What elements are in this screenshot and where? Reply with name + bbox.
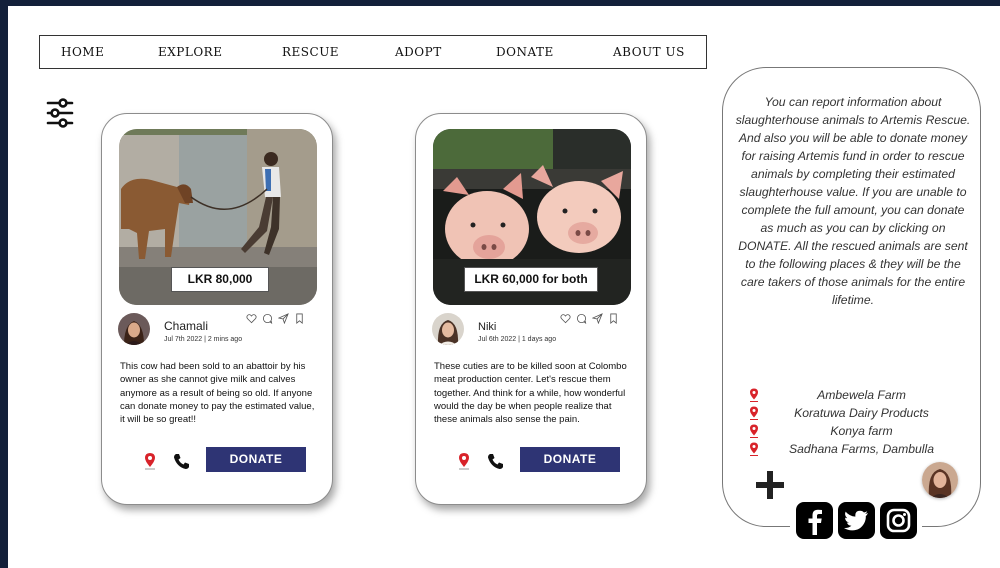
filter-sliders-icon[interactable]	[46, 98, 74, 128]
donate-button[interactable]: DONATE	[520, 447, 620, 472]
post-actions	[560, 313, 619, 324]
location-pin-icon[interactable]	[143, 452, 157, 470]
donate-button[interactable]: DONATE	[206, 447, 306, 472]
bookmark-icon[interactable]	[608, 313, 619, 324]
location-pin-icon	[750, 406, 758, 420]
place-name: Konya farm	[830, 424, 893, 438]
bookmark-icon[interactable]	[294, 313, 305, 324]
top-nav: HOME EXPLORE RESCUE ADOPT DONATE ABOUT U…	[39, 35, 707, 69]
post-date: Jul 7th 2022 | 2 mins ago	[164, 336, 243, 343]
user-avatar[interactable]	[118, 313, 150, 345]
info-description: You can report information about slaught…	[735, 95, 971, 307]
nav-donate[interactable]: DONATE	[496, 45, 554, 59]
nav-explore[interactable]: EXPLORE	[158, 45, 222, 59]
share-icon[interactable]	[278, 313, 289, 324]
nav-home[interactable]: HOME	[61, 45, 104, 59]
post-photo-cow: LKR 80,000	[119, 129, 317, 305]
location-pin-icon	[750, 388, 758, 402]
plus-icon[interactable]	[754, 469, 786, 501]
post-date: Jul 6th 2022 | 1 days ago	[478, 336, 557, 343]
post-photo-pigs: LKR 60,000 for both	[433, 129, 631, 305]
place-name: Koratuwa Dairy Products	[794, 406, 929, 420]
location-pin-icon	[750, 442, 758, 456]
profile-avatar[interactable]	[922, 462, 958, 498]
location-pin-icon	[750, 424, 758, 438]
user-name[interactable]: Chamali	[164, 319, 208, 333]
place-item: Konya farm	[749, 424, 964, 438]
twitter-icon[interactable]	[837, 501, 875, 539]
rescue-post-card-pigs: LKR 60,000 for both Niki Jul 6th 2022 | …	[415, 113, 647, 505]
heart-icon[interactable]	[560, 313, 571, 324]
comment-icon[interactable]	[262, 313, 273, 324]
place-item: Koratuwa Dairy Products	[749, 406, 964, 420]
place-item: Sadhana Farms, Dambulla	[749, 442, 964, 456]
user-avatar[interactable]	[432, 313, 464, 345]
price-badge: LKR 60,000 for both	[464, 267, 598, 292]
post-actions	[246, 313, 305, 324]
nav-about-us[interactable]: ABOUT US	[613, 45, 685, 59]
nav-adopt[interactable]: ADOPT	[395, 45, 442, 59]
page: HOME EXPLORE RESCUE ADOPT DONATE ABOUT U…	[8, 6, 1000, 568]
facebook-icon[interactable]	[795, 501, 833, 539]
info-panel: You can report information about slaught…	[722, 67, 981, 540]
price-badge: LKR 80,000	[171, 267, 269, 292]
instagram-icon[interactable]	[879, 501, 917, 539]
phone-icon[interactable]	[173, 453, 190, 470]
place-item: Ambewela Farm	[749, 388, 964, 402]
user-name[interactable]: Niki	[478, 321, 496, 333]
rescue-post-card-cow: LKR 80,000 Chamali Jul 7th 2022 | 2 mins…	[101, 113, 333, 505]
place-name: Ambewela Farm	[817, 388, 906, 402]
place-name: Sadhana Farms, Dambulla	[789, 442, 934, 456]
heart-icon[interactable]	[246, 313, 257, 324]
nav-rescue[interactable]: RESCUE	[282, 45, 339, 59]
location-pin-icon[interactable]	[457, 452, 471, 470]
social-links	[790, 500, 922, 540]
post-description: This cow had been sold to an abattoir by…	[120, 361, 315, 426]
post-description: These cuties are to be killed soon at Co…	[434, 361, 627, 426]
phone-icon[interactable]	[487, 453, 504, 470]
share-icon[interactable]	[592, 313, 603, 324]
comment-icon[interactable]	[576, 313, 587, 324]
